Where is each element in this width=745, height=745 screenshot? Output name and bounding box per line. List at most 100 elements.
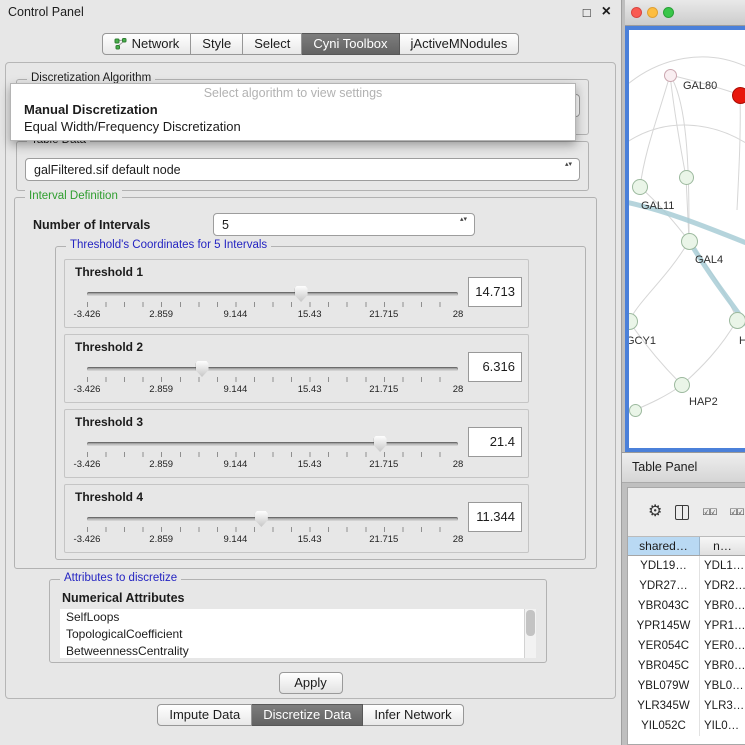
close-traffic-light[interactable] xyxy=(631,7,642,18)
threshold-value-input[interactable]: 11.344 xyxy=(468,502,522,532)
network-node[interactable] xyxy=(679,170,694,185)
table-cell[interactable]: YLR345W xyxy=(628,696,700,716)
zoom-traffic-light[interactable] xyxy=(663,7,674,18)
scrollbar[interactable] xyxy=(524,609,536,658)
tab-jactivemnodules[interactable]: jActiveMNodules xyxy=(400,33,520,55)
network-node-label: HAP2 xyxy=(689,396,718,408)
table-cell[interactable]: YBL079W xyxy=(628,676,700,696)
table-row[interactable]: YBR045CYBR0… xyxy=(628,656,745,676)
table-row[interactable]: YPR145WYPR1… xyxy=(628,616,745,636)
threshold-slider: -3.426 2.859 9.144 15.43 21.715 28 xyxy=(87,361,458,397)
table-row[interactable]: YDR27…YDR2… xyxy=(628,576,745,596)
minimize-traffic-light[interactable] xyxy=(647,7,658,18)
float-window-icon[interactable]: □ xyxy=(583,5,591,20)
network-node-label: GCY1 xyxy=(629,335,656,347)
network-node-label: GAL80 xyxy=(683,80,717,92)
scale-label: 2.859 xyxy=(149,384,173,395)
slider-track[interactable] xyxy=(87,442,458,446)
list-item[interactable]: SelfLoops xyxy=(60,609,536,626)
tab-infer-network[interactable]: Infer Network xyxy=(363,704,463,726)
group-label: Interval Definition xyxy=(25,190,122,202)
popup-item-manual-discretization[interactable]: Manual Discretization xyxy=(11,101,575,118)
bottom-tab-bar: Impute Data Discretize Data Infer Networ… xyxy=(0,704,621,726)
network-canvas[interactable]: GAL80 GAL11 GAL4 GCY1 H HAP2 xyxy=(629,30,745,448)
table-cell[interactable]: YDR2… xyxy=(700,576,745,596)
table-cell[interactable]: YER0… xyxy=(700,636,745,656)
apply-button[interactable]: Apply xyxy=(279,672,343,694)
network-node-label: H xyxy=(739,335,745,347)
table-cell[interactable]: YIL0… xyxy=(700,716,745,736)
slider-thumb[interactable] xyxy=(196,361,209,377)
table-row[interactable]: YBR043CYBR0… xyxy=(628,596,745,616)
network-node[interactable] xyxy=(681,233,698,250)
table-header-shared-name[interactable]: shared… xyxy=(628,537,700,555)
table-cell[interactable]: YER054C xyxy=(628,636,700,656)
slider-track[interactable] xyxy=(87,517,458,521)
popup-item-equal-width-frequency[interactable]: Equal Width/Frequency Discretization xyxy=(11,118,575,135)
network-node[interactable] xyxy=(674,377,690,393)
slider-track[interactable] xyxy=(87,292,458,296)
scale-label: -3.426 xyxy=(74,309,101,320)
table-data-combobox[interactable]: galFiltered.sif default node ▴▾ xyxy=(25,158,580,181)
threshold-panel: Threshold 1 -3.426 2.859 9.144 15.43 21.… xyxy=(64,259,529,328)
app-root: Control Panel □ × Network Style Select C… xyxy=(0,0,745,745)
slider-thumb[interactable] xyxy=(374,436,387,452)
slider-thumb[interactable] xyxy=(295,286,308,302)
table-cell[interactable]: YBR043C xyxy=(628,596,700,616)
slider-track[interactable] xyxy=(87,367,458,371)
table-cell[interactable]: YDL1… xyxy=(700,556,745,576)
table-row[interactable]: YLR345WYLR3… xyxy=(628,696,745,716)
table-row[interactable]: YIL052CYIL0… xyxy=(628,716,745,736)
table-cell[interactable]: YDR27… xyxy=(628,576,700,596)
scrollbar-thumb[interactable] xyxy=(526,610,535,636)
control-panel-window: Control Panel □ × Network Style Select C… xyxy=(0,0,622,745)
threshold-value-input[interactable]: 21.4 xyxy=(468,427,522,457)
slider-scale: -3.426 2.859 9.144 15.43 21.715 28 xyxy=(87,309,458,321)
threshold-value-input[interactable]: 14.713 xyxy=(468,277,522,307)
tab-impute-data[interactable]: Impute Data xyxy=(157,704,252,726)
network-node[interactable] xyxy=(632,179,648,195)
tab-style[interactable]: Style xyxy=(191,33,243,55)
table-cell[interactable]: YBR045C xyxy=(628,656,700,676)
spinner-value: 5 xyxy=(222,218,229,232)
tab-cyni-toolbox[interactable]: Cyni Toolbox xyxy=(302,33,399,55)
scale-label: 28 xyxy=(453,459,464,470)
network-node-selected[interactable] xyxy=(732,87,745,104)
threshold-value-input[interactable]: 6.316 xyxy=(468,352,522,382)
list-item[interactable]: BetweennessCentrality xyxy=(60,643,536,658)
network-node[interactable] xyxy=(629,404,642,417)
table-cell[interactable]: YPR1… xyxy=(700,616,745,636)
threshold-slider: -3.426 2.859 9.144 15.43 21.715 28 xyxy=(87,286,458,322)
table-cell[interactable]: YPR145W xyxy=(628,616,700,636)
table-header-name[interactable]: n… xyxy=(700,537,745,555)
select-columns-icon[interactable]: ☑☑ xyxy=(702,508,716,517)
gear-icon[interactable]: ⚙ xyxy=(648,504,662,520)
slider-thumb[interactable] xyxy=(255,511,268,527)
scale-label: 21.715 xyxy=(369,534,398,545)
table-cell[interactable]: YLR3… xyxy=(700,696,745,716)
table-row[interactable]: YDL19…YDL1… xyxy=(628,556,745,576)
network-node[interactable] xyxy=(664,69,677,82)
table-cell[interactable]: YIL052C xyxy=(628,716,700,736)
network-node-label: GAL11 xyxy=(641,200,674,212)
threshold-slider: -3.426 2.859 9.144 15.43 21.715 28 xyxy=(87,436,458,472)
number-of-intervals-spinner[interactable]: 5 ▴▾ xyxy=(213,213,475,236)
table-data-group: Table Data galFiltered.sif default node … xyxy=(16,141,589,191)
columns-icon[interactable] xyxy=(675,505,689,520)
table-cell[interactable]: YBR0… xyxy=(700,596,745,616)
table-row[interactable]: YER054CYER0… xyxy=(628,636,745,656)
close-icon[interactable]: × xyxy=(602,4,611,20)
tab-network[interactable]: Network xyxy=(102,33,192,55)
table-row[interactable]: YBL079WYBL0… xyxy=(628,676,745,696)
scale-label: 21.715 xyxy=(369,384,398,395)
table-cell[interactable]: YBL0… xyxy=(700,676,745,696)
list-item[interactable]: TopologicalCoefficient xyxy=(60,626,536,643)
tab-select[interactable]: Select xyxy=(243,33,302,55)
table-cell[interactable]: YBR0… xyxy=(700,656,745,676)
tab-discretize-data[interactable]: Discretize Data xyxy=(252,704,363,726)
threshold-label: Threshold 1 xyxy=(75,265,143,279)
table-cell[interactable]: YDL19… xyxy=(628,556,700,576)
select-rows-icon[interactable]: ☑☑ xyxy=(729,508,743,517)
threshold-panel: Threshold 3 -3.426 2.859 9.144 15.43 21.… xyxy=(64,409,529,478)
network-node[interactable] xyxy=(729,312,745,329)
